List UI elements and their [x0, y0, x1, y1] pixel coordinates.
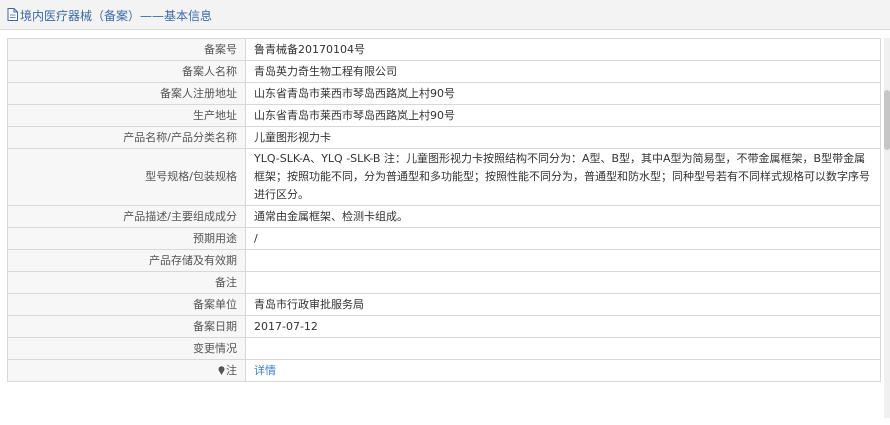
- row-value: 山东省青岛市莱西市琴岛西路岚上村90号: [245, 82, 881, 105]
- page-title: 境内医疗器械（备案）——基本信息: [20, 9, 213, 23]
- row-label: 型号规格/包装规格: [7, 148, 246, 206]
- row-value: [245, 249, 881, 272]
- row-label: 产品存储及有效期: [7, 249, 246, 272]
- note-value: 详情: [245, 359, 881, 382]
- row-value: 鲁青械备20170104号: [245, 38, 881, 61]
- row-label: 备注: [7, 271, 246, 294]
- table-row-intended-use: 预期用途 /: [7, 227, 881, 250]
- table-row-filing-date: 备案日期 2017-07-12: [7, 315, 881, 338]
- row-label: 备案人注册地址: [7, 82, 246, 105]
- row-value: 青岛市行政审批服务局: [245, 293, 881, 316]
- table-row-record-number: 备案号 鲁青械备20170104号: [7, 38, 881, 61]
- row-value: 2017-07-12: [245, 315, 881, 338]
- row-label: 备案号: [7, 38, 246, 61]
- table-row-storage-validity: 产品存储及有效期: [7, 249, 881, 272]
- table-row-note: 注 详情: [7, 359, 881, 382]
- table-row-registrant-name: 备案人名称 青岛英力奇生物工程有限公司: [7, 60, 881, 83]
- row-value: 山东省青岛市莱西市琴岛西路岚上村90号: [245, 104, 881, 127]
- row-value: 通常由金属框架、检测卡组成。: [245, 205, 881, 228]
- table-row-production-address: 生产地址 山东省青岛市莱西市琴岛西路岚上村90号: [7, 104, 881, 127]
- row-label: 备案人名称: [7, 60, 246, 83]
- info-table: 备案号 鲁青械备20170104号 备案人名称 青岛英力奇生物工程有限公司 备案…: [7, 38, 881, 382]
- table-row-product-description: 产品描述/主要组成成分 通常由金属框架、检测卡组成。: [7, 205, 881, 228]
- row-value: 青岛英力奇生物工程有限公司: [245, 60, 881, 83]
- document-icon: [7, 8, 18, 21]
- table-row-registrant-address: 备案人注册地址 山东省青岛市莱西市琴岛西路岚上村90号: [7, 82, 881, 105]
- page-header: 境内医疗器械（备案）——基本信息: [0, 0, 890, 30]
- table-row-product-name: 产品名称/产品分类名称 儿童图形视力卡: [7, 126, 881, 149]
- row-value: YLQ-SLK-A、YLQ -SLK-B 注：儿童图形视力卡按照结构不同分为：A…: [245, 148, 881, 206]
- row-label: 变更情况: [7, 337, 246, 360]
- row-label: 生产地址: [7, 104, 246, 127]
- row-label: 备案日期: [7, 315, 246, 338]
- table-row-filing-unit: 备案单位 青岛市行政审批服务局: [7, 293, 881, 316]
- row-value: [245, 271, 881, 294]
- row-value: 儿童图形视力卡: [245, 126, 881, 149]
- row-label: 产品描述/主要组成成分: [7, 205, 246, 228]
- row-value: /: [245, 227, 881, 250]
- pin-icon: [218, 365, 225, 375]
- table-row-model-spec: 型号规格/包装规格 YLQ-SLK-A、YLQ -SLK-B 注：儿童图形视力卡…: [7, 148, 881, 206]
- scrollbar-thumb[interactable]: [884, 90, 890, 150]
- note-label: 注: [226, 363, 237, 377]
- row-label: 预期用途: [7, 227, 246, 250]
- details-link[interactable]: 详情: [254, 364, 276, 377]
- row-label: 备案单位: [7, 293, 246, 316]
- row-label: 产品名称/产品分类名称: [7, 126, 246, 149]
- note-label-cell: 注: [7, 359, 246, 382]
- table-row-remarks: 备注: [7, 271, 881, 294]
- row-value: [245, 337, 881, 360]
- table-row-change-status: 变更情况: [7, 337, 881, 360]
